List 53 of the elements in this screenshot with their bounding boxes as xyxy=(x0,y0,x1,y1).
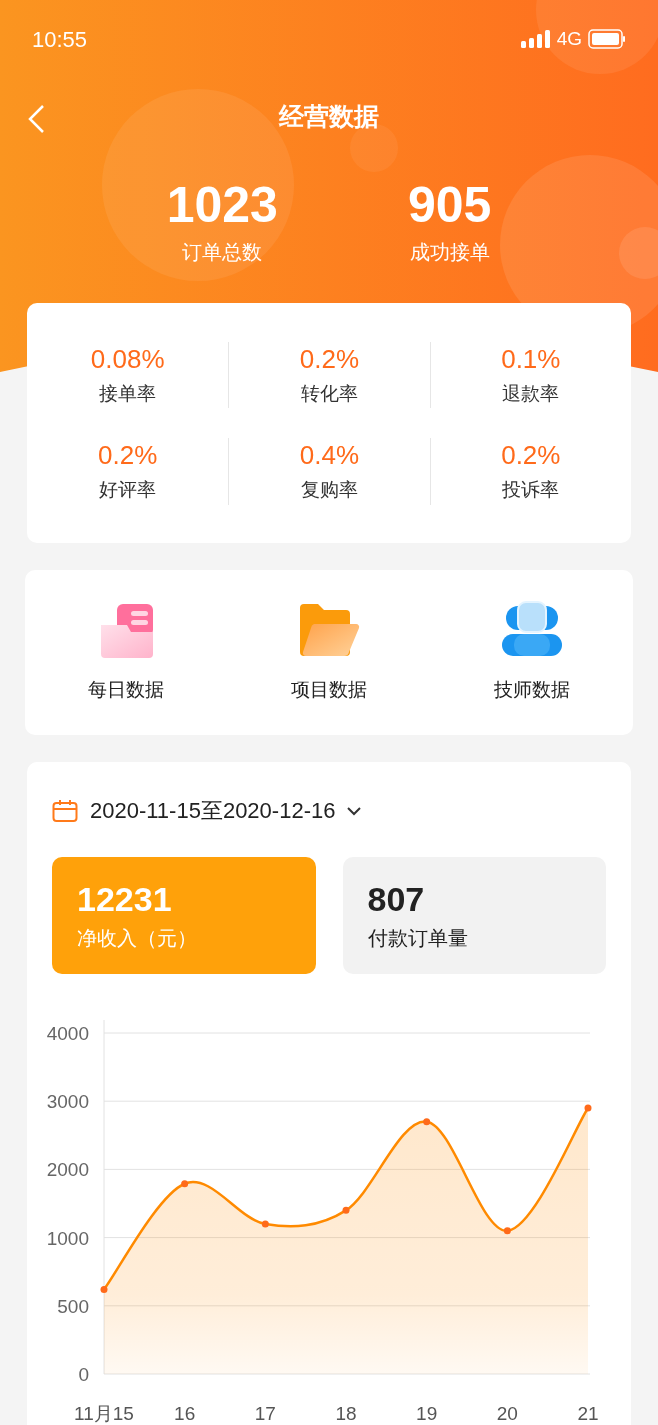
summary-label: 成功接单 xyxy=(409,240,490,265)
data-point xyxy=(100,1285,108,1293)
status-time: 10:55 xyxy=(32,25,88,54)
x-axis-label: 11月15 xyxy=(74,1403,134,1424)
x-axis-label: 21 xyxy=(577,1403,599,1424)
metric-label: 净收入（元） xyxy=(77,925,197,951)
battery-icon xyxy=(588,29,626,49)
back-icon xyxy=(26,104,46,134)
rate-label: 退款率 xyxy=(502,381,560,406)
metric-value: 807 xyxy=(367,878,425,919)
rate-label: 接单率 xyxy=(99,381,157,406)
rate-value: 0.2% xyxy=(98,439,158,472)
date-range-picker[interactable]: 2020-11-15至2020-12-16 xyxy=(27,794,631,827)
rate-value: 0.4% xyxy=(299,439,360,472)
data-point xyxy=(261,1220,269,1228)
data-point xyxy=(584,1104,592,1112)
data-point xyxy=(503,1227,511,1235)
data-point xyxy=(181,1180,189,1188)
signal-icon xyxy=(520,30,551,48)
metric-label: 付款订单量 xyxy=(367,925,468,951)
y-axis-label: 4000 xyxy=(46,1023,89,1044)
metric-value: 12231 xyxy=(77,878,172,919)
y-axis-label: 2000 xyxy=(46,1159,89,1181)
x-axis-label: 20 xyxy=(496,1403,518,1424)
calendar-icon xyxy=(52,798,78,823)
rate-value: 0.1% xyxy=(501,342,561,376)
y-axis-label: 0 xyxy=(78,1364,89,1385)
rate-value: 0.08% xyxy=(90,342,165,376)
rate-value: 0.2% xyxy=(501,439,561,472)
shortcut-button[interactable]: 每日数据 xyxy=(25,600,228,705)
caret-icon xyxy=(347,805,362,816)
summary-label: 订单总数 xyxy=(182,240,263,265)
x-axis-label: 19 xyxy=(416,1403,438,1424)
rate-label: 复购率 xyxy=(301,478,358,502)
y-axis-label: 3000 xyxy=(46,1091,89,1113)
network-label: 4G xyxy=(556,26,582,51)
summary-value: 1023 xyxy=(166,177,278,233)
y-axis-label: 500 xyxy=(57,1295,89,1317)
x-axis-label: 17 xyxy=(254,1403,276,1424)
shortcut-button[interactable]: 技师数据 xyxy=(430,600,633,705)
data-point xyxy=(423,1118,431,1126)
data-point xyxy=(342,1206,350,1214)
shortcut-button[interactable]: 项目数据 xyxy=(227,600,431,705)
rate-label: 投诉率 xyxy=(502,478,560,502)
page-title: 经营数据 xyxy=(279,100,379,132)
rate-label: 转化率 xyxy=(301,381,358,406)
rate-label: 好评率 xyxy=(99,478,157,502)
metric-tile[interactable]: 807 付款订单量 xyxy=(342,857,606,974)
x-axis-label: 18 xyxy=(335,1403,357,1424)
x-axis-label: 16 xyxy=(174,1403,196,1424)
rate-value: 0.2% xyxy=(299,342,360,376)
summary-value: 905 xyxy=(407,177,492,233)
y-axis-label: 1000 xyxy=(46,1227,89,1249)
